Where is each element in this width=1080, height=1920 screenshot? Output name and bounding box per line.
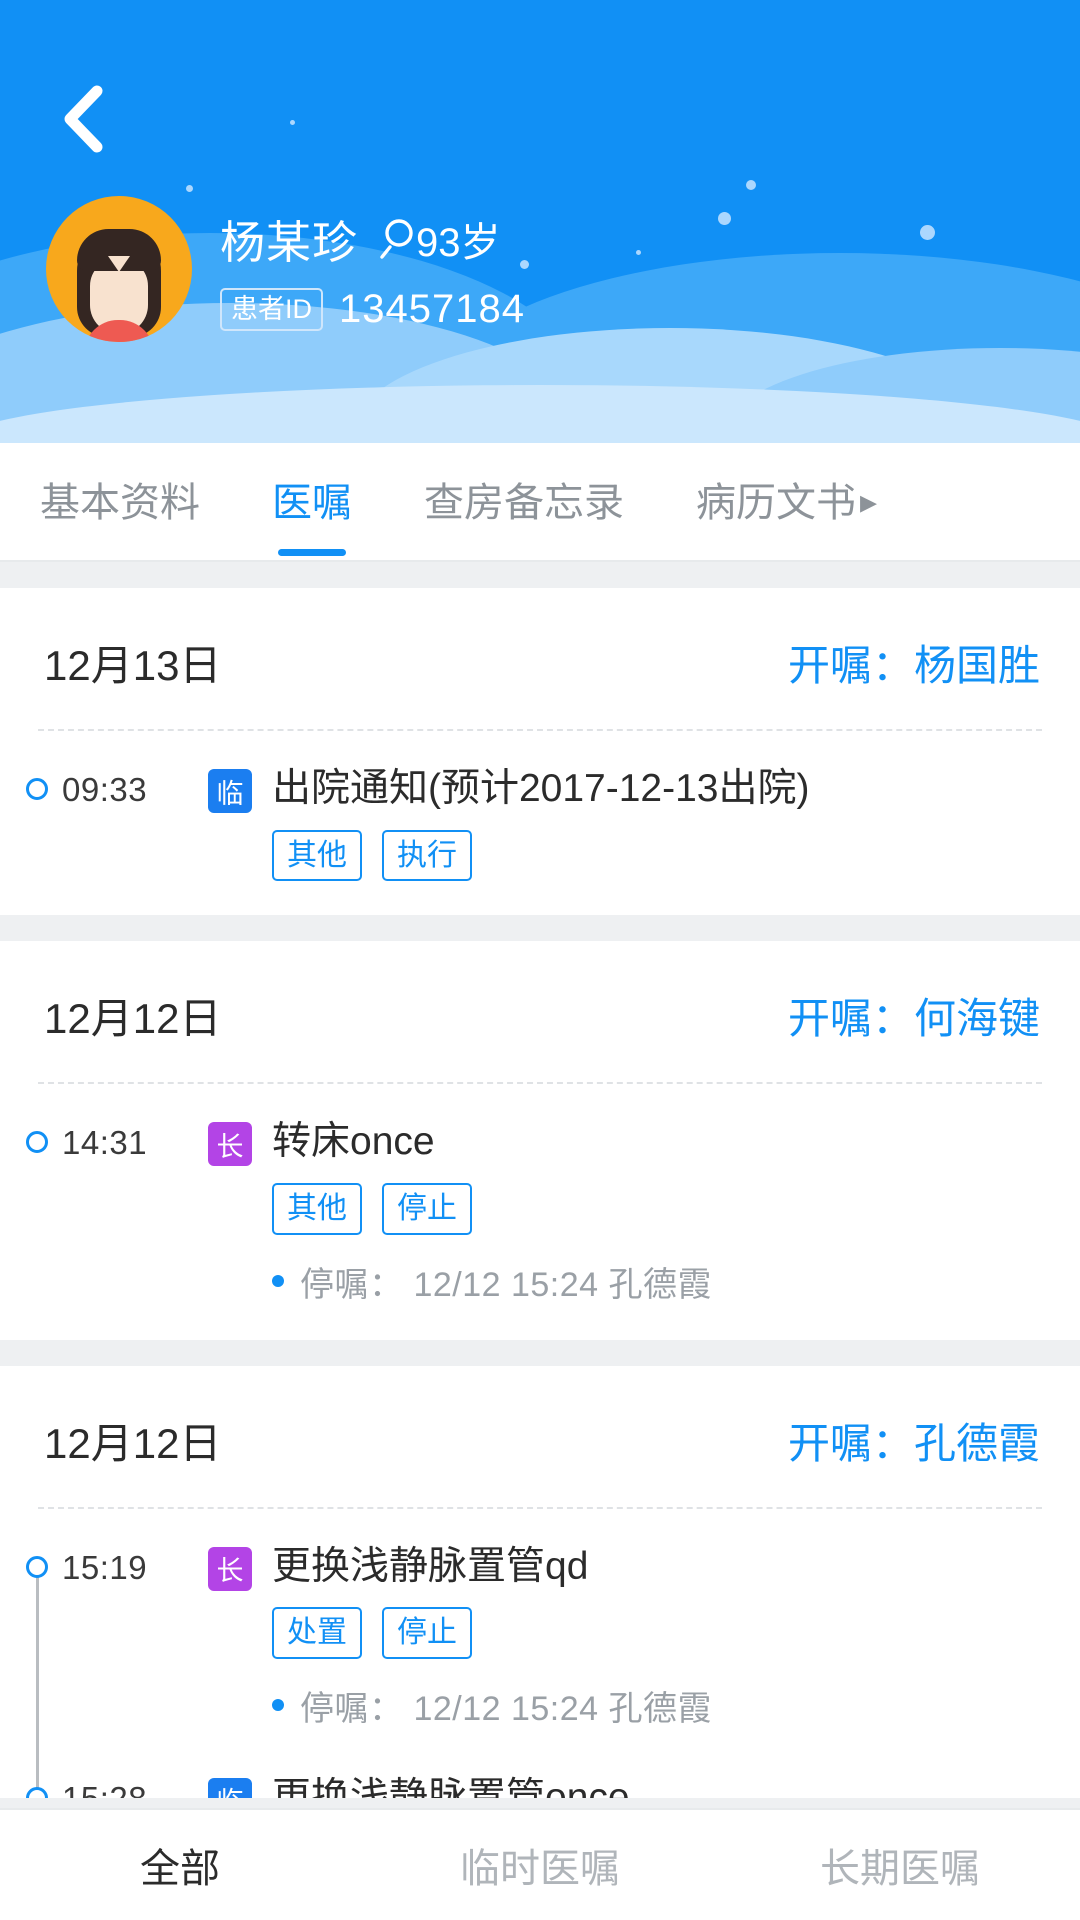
order-card-date: 12月12日 [44, 995, 222, 1043]
order-title: 更换浅静脉置管qd [272, 1544, 589, 1588]
bottom-tab-all[interactable]: 全部 [0, 1836, 360, 1894]
decor-dot [746, 180, 756, 190]
order-tag[interactable]: 其他 [272, 829, 362, 882]
order-kind-badge: 长 [208, 1122, 252, 1167]
order-time-col: 14:31 [26, 1118, 208, 1305]
card-gap [0, 562, 1080, 588]
decor-dot [920, 225, 935, 240]
order-kind-badge: 临 [208, 769, 252, 813]
order-time-col: 15:19 [26, 1543, 208, 1730]
tab-label: 基本资料 [40, 480, 200, 525]
order-kind-badge: 长 [208, 1546, 252, 1591]
order-tag[interactable]: 执行 [382, 829, 472, 882]
order-stop-note-text: 停嘱： 12/12 15:24 孔德霞 [300, 1689, 713, 1728]
order-stop-note: 停嘱： 12/12 15:24 孔德霞 [272, 1681, 1040, 1730]
order-tag[interactable]: 停止 [382, 1183, 472, 1235]
patient-header: 杨某珍 93岁 患者ID 13457184 [0, 0, 1080, 443]
order-tag[interactable]: 处置 [272, 1607, 362, 1659]
patient-id-value: 13457184 [339, 287, 525, 331]
female-gender-icon [380, 216, 414, 262]
timeline-marker-icon [26, 778, 48, 800]
order-stop-note: 停嘱： 12/12 15:24 孔德霞 [272, 1257, 1040, 1306]
patient-info: 杨某珍 93岁 患者ID 13457184 [220, 206, 525, 332]
order-tag[interactable]: 停止 [382, 1607, 472, 1659]
order-card-date: 12月13日 [44, 642, 222, 689]
order-title: 转床once [272, 1120, 435, 1164]
order-card[interactable]: 12月12日 开嘱：何海键 14:31 长 转床once 其他 停止 停嘱： 1… [0, 941, 1080, 1340]
order-entry[interactable]: 15:19 长 更换浅静脉置管qd 处置 停止 停嘱： 12/12 15:24 … [0, 1509, 1080, 1730]
patient-id-label: 患者ID [220, 287, 323, 332]
chevron-right-icon[interactable]: ▸ [860, 482, 877, 522]
bottom-tab-longterm-orders[interactable]: 长期医嘱 [720, 1836, 1080, 1894]
order-card-doctor: 开嘱：孔德霞 [787, 1419, 1040, 1467]
order-card[interactable]: 12月13日 开嘱：杨国胜 09:33 临 出院通知(预计2017-12-13出… [0, 588, 1080, 916]
patient-summary: 杨某珍 93岁 患者ID 13457184 [46, 196, 525, 342]
order-card-doctor: 开嘱：杨国胜 [787, 642, 1040, 689]
decor-dot [290, 120, 295, 125]
card-gap [0, 915, 1080, 942]
timeline-marker-icon [26, 1555, 48, 1578]
order-body: 临 出院通知(预计2017-12-13出院) 其他 执行 [208, 765, 1080, 882]
avatar [46, 196, 192, 342]
decor-dot [718, 212, 731, 225]
tab-medical-records[interactable]: 病历文书 [696, 470, 856, 534]
bottom-spacer [0, 1798, 1080, 1808]
tab-label: 病历文书 [696, 480, 856, 525]
order-entries: 09:33 临 出院通知(预计2017-12-13出院) 其他 执行 [0, 731, 1080, 911]
decor-dot [186, 185, 193, 192]
order-card-header: 12月12日 开嘱：何海键 [0, 941, 1080, 1082]
order-stop-note-text: 停嘱： 12/12 15:24 孔德霞 [300, 1265, 713, 1304]
tab-rounds-memo[interactable]: 查房备忘录 [424, 470, 624, 534]
order-tags: 处置 停止 [272, 1607, 1040, 1659]
tab-label: 医嘱 [272, 480, 352, 525]
tab-active-underline [278, 548, 346, 556]
bullet-icon [272, 1275, 284, 1287]
order-body: 长 转床once 其他 停止 停嘱： 12/12 15:24 孔德霞 [208, 1118, 1080, 1305]
top-tab-bar: 基本资料 医嘱 查房备忘录 病历文书 ▸ [0, 443, 1080, 560]
order-time-col: 09:33 [26, 765, 208, 881]
tab-label: 查房备忘录 [424, 480, 624, 525]
order-entry[interactable]: 14:31 长 转床once 其他 停止 停嘱： 12/12 15:24 孔德霞 [0, 1084, 1080, 1305]
patient-age: 93岁 [416, 220, 501, 265]
order-body: 长 更换浅静脉置管qd 处置 停止 停嘱： 12/12 15:24 孔德霞 [208, 1543, 1080, 1730]
bullet-icon [272, 1699, 284, 1712]
order-card-header: 12月12日 开嘱：孔德霞 [0, 1366, 1080, 1507]
order-title: 出院通知(预计2017-12-13出院) [272, 767, 810, 810]
order-time: 09:33 [62, 771, 148, 808]
bottom-filter-bar: 全部 临时医嘱 长期医嘱 [0, 1808, 1080, 1920]
order-card-date: 12月12日 [44, 1419, 222, 1467]
orders-list: 12月13日 开嘱：杨国胜 09:33 临 出院通知(预计2017-12-13出… [0, 562, 1080, 1920]
back-button[interactable] [40, 76, 126, 162]
chevron-left-icon [60, 83, 106, 155]
bottom-tab-temporary-orders[interactable]: 临时医嘱 [360, 1836, 720, 1894]
order-entry[interactable]: 09:33 临 出院通知(预计2017-12-13出院) 其他 执行 [0, 731, 1080, 882]
order-entries: 14:31 长 转床once 其他 停止 停嘱： 12/12 15:24 孔德霞 [0, 1084, 1080, 1335]
order-tags: 其他 执行 [272, 829, 1040, 882]
tab-orders[interactable]: 医嘱 [272, 470, 352, 556]
tab-basic-info[interactable]: 基本资料 [40, 470, 200, 534]
patient-name: 杨某珍 [220, 217, 359, 268]
patient-orders-screen: 杨某珍 93岁 患者ID 13457184 基本资料 医嘱 查房备忘录 病历文书… [0, 0, 1080, 1920]
order-time: 15:19 [62, 1548, 148, 1586]
order-card-doctor: 开嘱：何海键 [787, 995, 1040, 1043]
timeline-marker-icon [26, 1131, 48, 1154]
order-tag[interactable]: 其他 [272, 1183, 362, 1235]
card-gap [0, 1339, 1080, 1366]
order-time: 14:31 [62, 1124, 148, 1162]
decor-dot [636, 250, 641, 255]
order-card-header: 12月13日 开嘱：杨国胜 [0, 588, 1080, 729]
order-tags: 其他 停止 [272, 1183, 1040, 1235]
